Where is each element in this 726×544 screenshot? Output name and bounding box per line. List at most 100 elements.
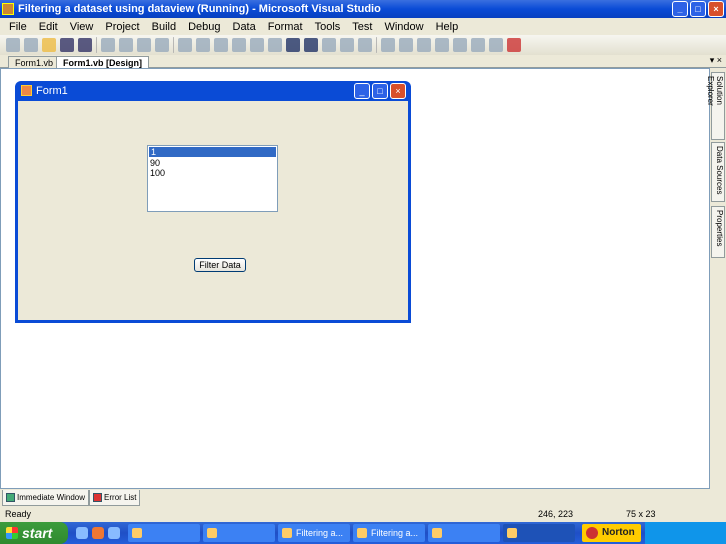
status-text: Ready	[5, 509, 32, 519]
tab-label: Immediate Window	[17, 493, 86, 502]
tab-order-icon[interactable]	[507, 38, 521, 52]
taskbar: start Filtering a... Filtering a... Nort…	[0, 522, 726, 544]
filter-data-button[interactable]: Filter Data	[194, 258, 246, 272]
stop-icon[interactable]	[304, 38, 318, 52]
menu-debug[interactable]: Debug	[182, 21, 226, 33]
layout-icon[interactable]	[471, 38, 485, 52]
windows-logo-icon	[6, 527, 18, 539]
right-dock: Solution Explorer Data Sources Propertie…	[706, 68, 726, 489]
step-out-icon[interactable]	[358, 38, 372, 52]
toolbox-icon[interactable]	[417, 38, 431, 52]
error-list-tab[interactable]: Error List	[89, 490, 141, 506]
list-item[interactable]: 90	[148, 158, 277, 168]
form-body: 1 90 100 Filter Data	[18, 101, 408, 320]
quicklaunch-icon[interactable]	[92, 527, 104, 539]
list-item[interactable]: 100	[148, 168, 277, 178]
standard-toolbar	[0, 35, 726, 55]
comment-icon[interactable]	[178, 38, 192, 52]
title-bar: Filtering a dataset using dataview (Runn…	[0, 0, 726, 18]
separator	[96, 37, 97, 53]
taskbar-item[interactable]	[128, 524, 200, 542]
form1-window[interactable]: Form1 _ □ × 1 90 100 Filter Data	[15, 81, 411, 323]
error-list-icon	[93, 493, 103, 502]
menu-data[interactable]: Data	[227, 21, 262, 33]
form-maximize-button[interactable]: □	[372, 83, 388, 99]
immediate-window-icon	[6, 493, 15, 502]
form-title-bar: Form1 _ □ ×	[18, 81, 408, 101]
undo-icon[interactable]	[214, 38, 228, 52]
form-close-button[interactable]: ×	[390, 83, 406, 99]
properties-tab[interactable]: Properties	[711, 206, 725, 258]
listbox[interactable]: 1 90 100	[147, 145, 278, 212]
document-tabs: Form1.vb Form1.vb [Design] ▾ ×	[0, 55, 726, 68]
menu-tools[interactable]: Tools	[309, 21, 347, 33]
taskbar-item[interactable]	[503, 524, 575, 542]
selection-size: 75 x 23	[626, 509, 656, 519]
copy-icon[interactable]	[119, 38, 133, 52]
step-into-icon[interactable]	[322, 38, 336, 52]
separator	[376, 37, 377, 53]
new-project-icon[interactable]	[6, 38, 20, 52]
minimize-button[interactable]: _	[672, 1, 688, 17]
taskbar-item[interactable]	[428, 524, 500, 542]
bottom-tool-tabs: Immediate Window Error List	[0, 490, 726, 506]
open-icon[interactable]	[42, 38, 56, 52]
taskbar-item[interactable]: Filtering a...	[353, 524, 425, 542]
menu-view[interactable]: View	[64, 21, 100, 33]
quicklaunch-icon[interactable]	[76, 527, 88, 539]
align-icon[interactable]	[453, 38, 467, 52]
tab-label: Error List	[104, 493, 137, 502]
form-minimize-button[interactable]: _	[354, 83, 370, 99]
visual-studio-icon	[2, 3, 14, 15]
window-title: Filtering a dataset using dataview (Runn…	[18, 3, 381, 15]
step-over-icon[interactable]	[340, 38, 354, 52]
taskbar-item[interactable]: Filtering a...	[278, 524, 350, 542]
pause-icon[interactable]	[286, 38, 300, 52]
tab-label: Form1.vb [Design]	[63, 58, 143, 68]
cut-icon[interactable]	[101, 38, 115, 52]
maximize-button[interactable]: □	[690, 1, 706, 17]
tab-form1-design[interactable]: Form1.vb [Design]	[56, 56, 150, 68]
continue-icon[interactable]	[268, 38, 282, 52]
menu-test[interactable]: Test	[346, 21, 378, 33]
navigate-icon[interactable]	[250, 38, 264, 52]
object-browser-icon[interactable]	[435, 38, 449, 52]
menu-help[interactable]: Help	[430, 21, 465, 33]
solution-explorer-icon[interactable]	[381, 38, 395, 52]
menu-project[interactable]: Project	[99, 21, 145, 33]
menu-window[interactable]: Window	[378, 21, 429, 33]
save-icon[interactable]	[60, 38, 74, 52]
redo-icon[interactable]	[232, 38, 246, 52]
find-icon[interactable]	[155, 38, 169, 52]
solution-explorer-tab[interactable]: Solution Explorer	[706, 72, 725, 140]
properties-icon[interactable]	[399, 38, 413, 52]
add-item-icon[interactable]	[24, 38, 38, 52]
list-item[interactable]: 1	[149, 147, 276, 157]
format-icon[interactable]	[489, 38, 503, 52]
menu-bar: File Edit View Project Build Debug Data …	[0, 18, 726, 35]
save-all-icon[interactable]	[78, 38, 92, 52]
data-sources-tab[interactable]: Data Sources	[711, 142, 725, 202]
system-tray	[644, 522, 726, 544]
tab-label: Form1.vb	[15, 58, 54, 68]
menu-edit[interactable]: Edit	[33, 21, 64, 33]
ie-icon[interactable]	[108, 527, 120, 539]
separator	[173, 37, 174, 53]
immediate-window-tab[interactable]: Immediate Window	[2, 490, 90, 506]
paste-icon[interactable]	[137, 38, 151, 52]
taskbar-item[interactable]	[203, 524, 275, 542]
document-window-controls[interactable]: ▾ ×	[710, 55, 722, 66]
norton-button[interactable]: Norton	[582, 524, 641, 542]
designer-surface: Form1 _ □ × 1 90 100 Filter Data	[0, 68, 710, 489]
tab-form1-code[interactable]: Form1.vb	[8, 56, 61, 68]
quick-launch	[68, 527, 128, 539]
menu-build[interactable]: Build	[146, 21, 182, 33]
start-button[interactable]: start	[0, 522, 68, 544]
menu-file[interactable]: File	[3, 21, 33, 33]
close-button[interactable]: ×	[708, 1, 724, 17]
form-title: Form1	[36, 85, 68, 97]
cursor-position: 246, 223	[538, 509, 574, 519]
start-label: start	[22, 525, 53, 541]
uncomment-icon[interactable]	[196, 38, 210, 52]
menu-format[interactable]: Format	[262, 21, 309, 33]
